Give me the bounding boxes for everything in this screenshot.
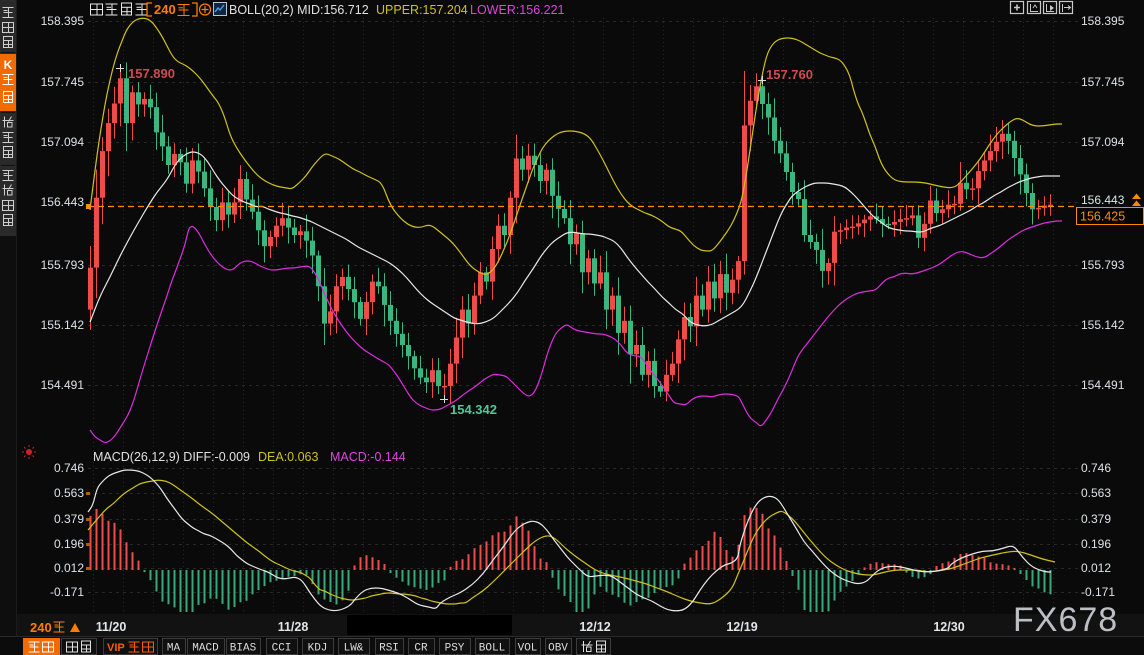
svg-text:157.094: 157.094: [41, 135, 85, 149]
svg-text:240: 240: [154, 2, 176, 17]
svg-text:MA: MA: [167, 643, 181, 655]
svg-text:157.760: 157.760: [766, 67, 813, 82]
svg-text:PSY: PSY: [445, 643, 465, 655]
svg-text:FX678: FX678: [1013, 601, 1118, 639]
svg-text:240: 240: [30, 620, 52, 635]
svg-text:BOLL: BOLL: [479, 643, 505, 655]
svg-text:156.425: 156.425: [1080, 210, 1125, 224]
svg-text:BIAS: BIAS: [230, 643, 257, 655]
svg-text:0.196: 0.196: [54, 537, 84, 551]
svg-text:156.443: 156.443: [41, 195, 85, 209]
svg-text:12/30: 12/30: [933, 620, 964, 634]
svg-text:12/12: 12/12: [579, 620, 610, 634]
svg-text:155.142: 155.142: [41, 318, 85, 332]
svg-text:MACD(26,12,9) DIFF:-0.009: MACD(26,12,9) DIFF:-0.009: [93, 450, 250, 464]
svg-text:155.793: 155.793: [1081, 258, 1125, 272]
svg-text:OBV: OBV: [548, 643, 568, 655]
svg-text:154.491: 154.491: [41, 378, 85, 392]
svg-text:12/19: 12/19: [726, 620, 757, 634]
svg-text:CR: CR: [414, 643, 428, 655]
svg-text:0.379: 0.379: [54, 512, 84, 526]
svg-text:158.395: 158.395: [1081, 14, 1125, 28]
svg-text:0.746: 0.746: [1081, 461, 1111, 475]
svg-text:KDJ: KDJ: [308, 643, 328, 655]
svg-text:LOWER:156.221: LOWER:156.221: [470, 3, 565, 17]
svg-text:157.094: 157.094: [1081, 135, 1125, 149]
svg-text:MACD: MACD: [192, 643, 219, 655]
svg-text:156.443: 156.443: [1081, 193, 1125, 207]
svg-text:UPPER:157.204: UPPER:157.204: [376, 3, 468, 17]
svg-text:BOLL(20,2) MID:156.712: BOLL(20,2) MID:156.712: [229, 3, 369, 17]
svg-text:154.491: 154.491: [1081, 378, 1125, 392]
svg-text:11/28: 11/28: [278, 620, 309, 634]
svg-text:DEA:0.063: DEA:0.063: [258, 450, 319, 464]
svg-text:CCI: CCI: [272, 643, 292, 655]
svg-text:0.012: 0.012: [1081, 561, 1111, 575]
svg-text:11/20: 11/20: [96, 620, 127, 634]
svg-text:0.012: 0.012: [54, 561, 84, 575]
svg-text:154.342: 154.342: [450, 402, 497, 417]
svg-text:LW&: LW&: [344, 643, 364, 655]
svg-text:155.793: 155.793: [41, 258, 85, 272]
svg-text:157.745: 157.745: [41, 75, 85, 89]
svg-text:K: K: [4, 58, 13, 72]
svg-text:MACD:-0.144: MACD:-0.144: [330, 450, 406, 464]
svg-text:RSI: RSI: [379, 643, 399, 655]
svg-text:0.196: 0.196: [1081, 537, 1111, 551]
svg-text:155.142: 155.142: [1081, 318, 1125, 332]
svg-text:157.745: 157.745: [1081, 75, 1125, 89]
svg-text:0.379: 0.379: [1081, 512, 1111, 526]
svg-text:0.746: 0.746: [54, 461, 84, 475]
svg-text:0.563: 0.563: [54, 486, 84, 500]
svg-text:VIP: VIP: [107, 642, 125, 654]
svg-text:158.395: 158.395: [41, 14, 85, 28]
svg-text:157.890: 157.890: [128, 66, 175, 81]
svg-text:-0.171: -0.171: [1081, 585, 1115, 599]
svg-text:0.563: 0.563: [1081, 486, 1111, 500]
svg-text:VOL: VOL: [518, 643, 538, 655]
svg-text:-0.171: -0.171: [50, 585, 84, 599]
